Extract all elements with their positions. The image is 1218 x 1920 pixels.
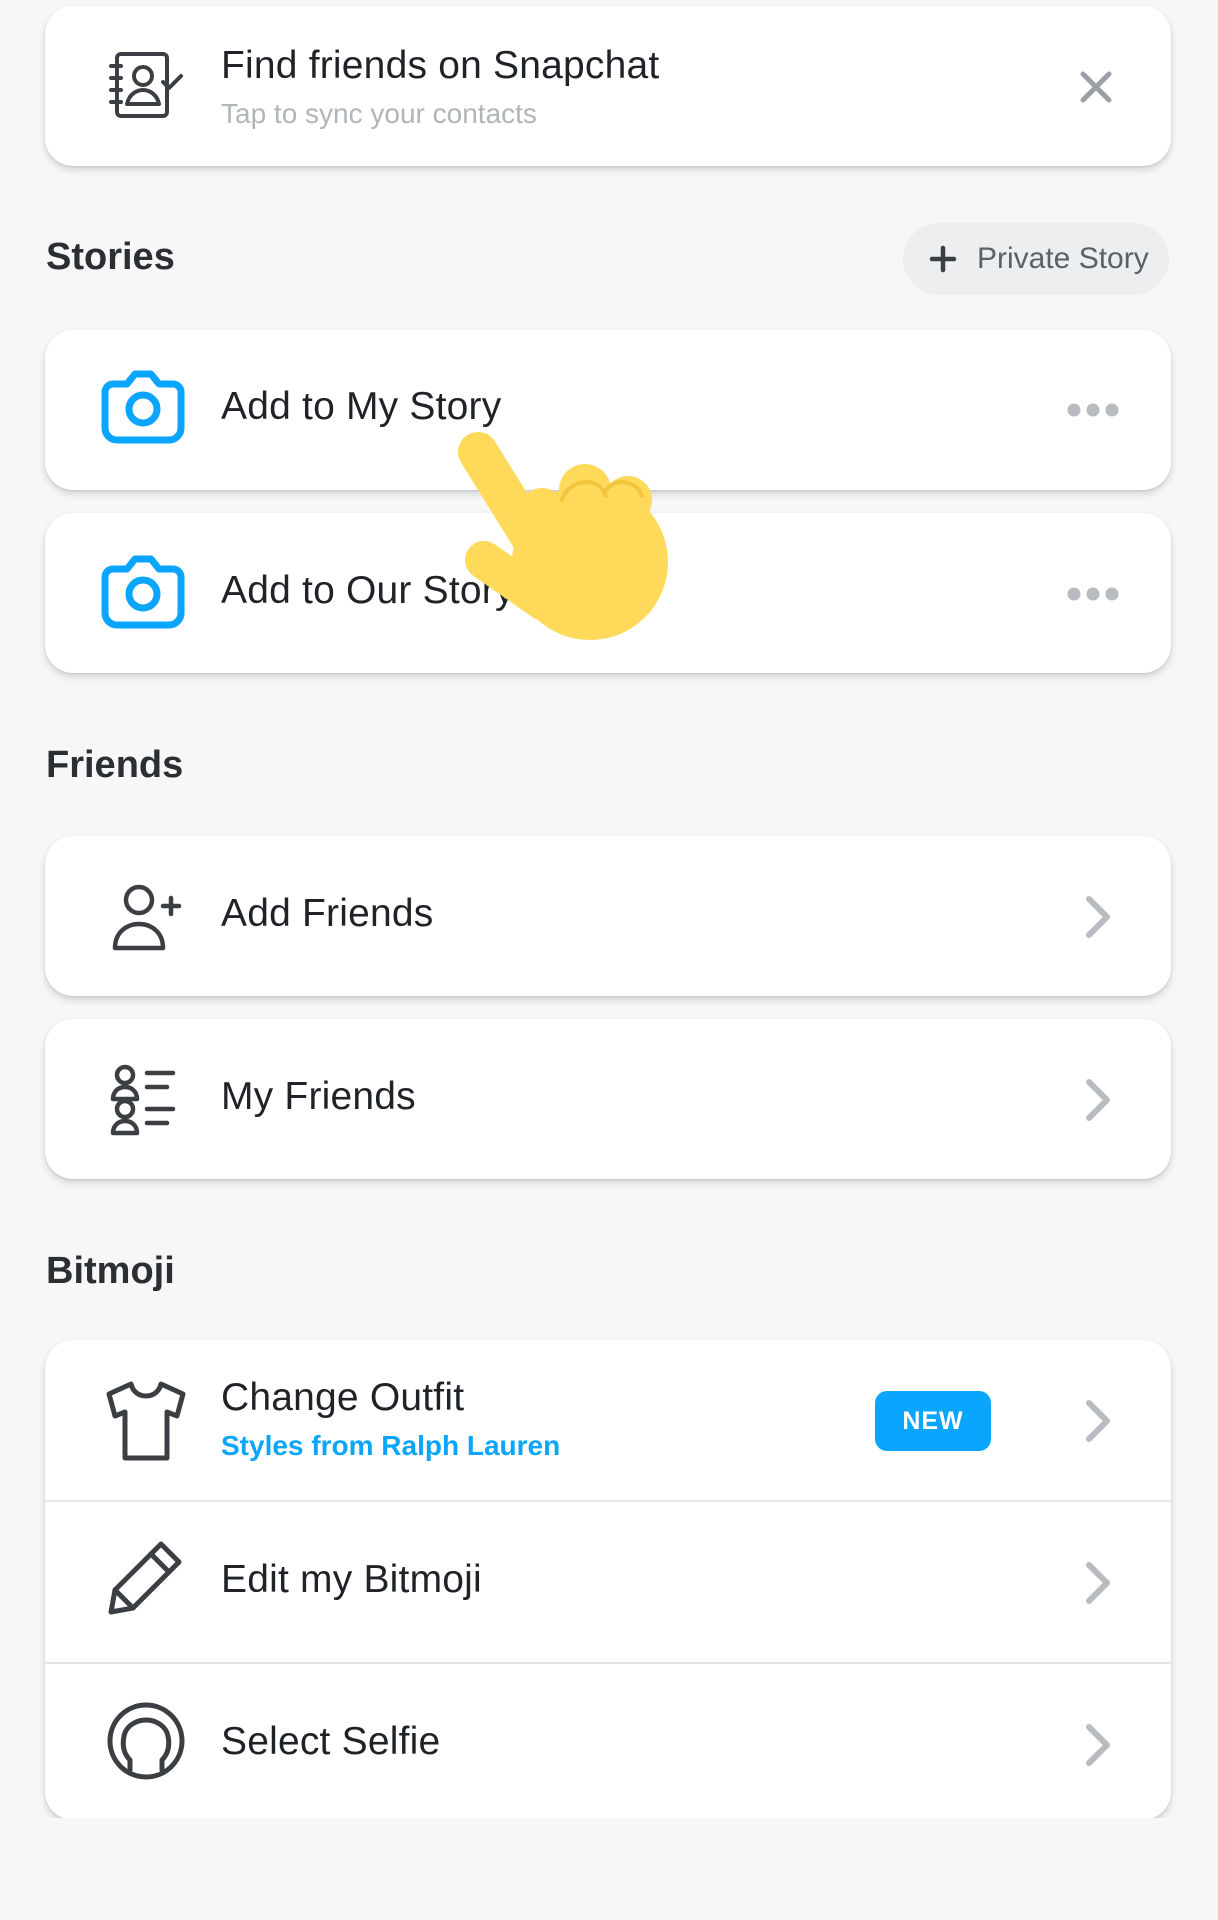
add-friends-label: Add Friends (221, 892, 434, 935)
change-outfit-row[interactable]: Change Outfit Styles from Ralph Lauren N… (45, 1340, 1171, 1500)
chevron-right-icon (1083, 1398, 1113, 1444)
stories-section-title: Stories (46, 236, 175, 278)
change-outfit-subtitle: Styles from Ralph Lauren (221, 1430, 561, 1461)
private-story-label: Private Story (977, 242, 1149, 275)
select-selfie-row[interactable]: Select Selfie (45, 1664, 1171, 1824)
bitmoji-section-title: Bitmoji (46, 1250, 175, 1292)
close-icon[interactable] (1079, 70, 1113, 104)
change-outfit-label: Change Outfit (221, 1376, 465, 1419)
camera-icon (97, 362, 189, 454)
select-selfie-label: Select Selfie (221, 1720, 441, 1763)
bottom-blank-area (0, 1818, 1218, 1920)
chevron-right-icon (1083, 894, 1113, 940)
tap-hand-pointer-icon (440, 420, 710, 680)
more-options-icon[interactable] (1067, 587, 1119, 601)
shirt-icon (101, 1376, 191, 1466)
plus-icon (929, 245, 957, 273)
add-friends-card[interactable]: Add Friends (45, 836, 1171, 996)
my-friends-label: My Friends (221, 1075, 416, 1118)
edit-bitmoji-row[interactable]: Edit my Bitmoji (45, 1502, 1171, 1662)
selfie-icon (105, 1700, 187, 1782)
more-options-icon[interactable] (1067, 403, 1119, 417)
private-story-button[interactable]: Private Story (903, 223, 1169, 295)
chevron-right-icon (1083, 1077, 1113, 1123)
find-friends-title: Find friends on Snapchat (221, 44, 660, 87)
bitmoji-card: Change Outfit Styles from Ralph Lauren N… (45, 1340, 1171, 1820)
chevron-right-icon (1083, 1722, 1113, 1768)
edit-bitmoji-label: Edit my Bitmoji (221, 1558, 482, 1601)
camera-icon (97, 547, 189, 639)
friends-list-icon (109, 1063, 189, 1143)
find-friends-subtitle: Tap to sync your contacts (221, 98, 537, 129)
my-friends-card[interactable]: My Friends (45, 1019, 1171, 1179)
friends-section-title: Friends (46, 744, 184, 786)
pencil-icon (105, 1536, 187, 1618)
new-badge: NEW (875, 1391, 991, 1451)
find-friends-card[interactable]: Find friends on Snapchat Tap to sync you… (45, 6, 1171, 166)
add-friend-icon (109, 878, 189, 958)
chevron-right-icon (1083, 1560, 1113, 1606)
contacts-sync-icon (107, 48, 185, 126)
